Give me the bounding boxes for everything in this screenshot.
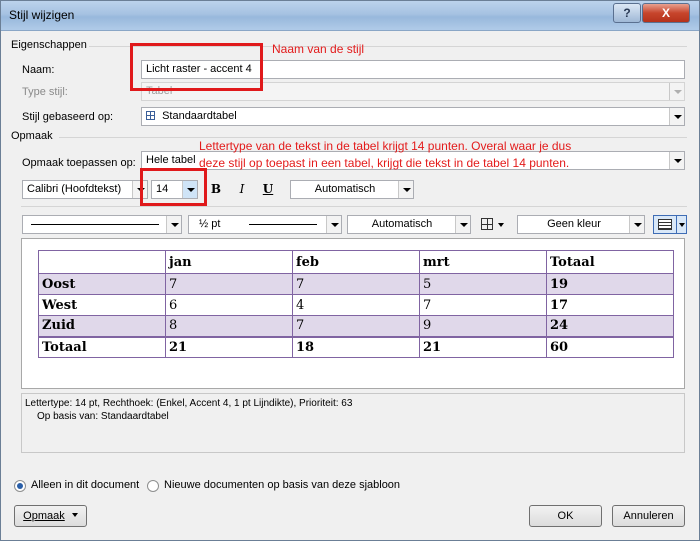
borders-button[interactable] [477, 215, 509, 234]
help-button[interactable]: ? [613, 3, 641, 23]
description-line: Op basis van: Standaardtabel [37, 411, 169, 422]
chevron-down-icon [455, 216, 470, 233]
table-cell: 7 [292, 315, 420, 337]
table-cell: 21 [419, 335, 547, 358]
table-cell: 5 [419, 273, 547, 295]
opmaak-button[interactable]: Opmaak [14, 505, 87, 527]
naam-label: Naam: [22, 64, 55, 76]
table-cell: 19 [546, 273, 674, 295]
shading-select[interactable]: Geen kleur [517, 215, 645, 234]
radio-this-document-label: Alleen in dit document [31, 479, 140, 491]
annotation-naam: Naam van de stijl [272, 42, 365, 56]
table-cell: 18 [292, 335, 420, 358]
toolbar-divider [21, 206, 687, 207]
annotation-box-naam [130, 43, 263, 91]
description-line: Lettertype: 14 pt, Rechthoek: (Enkel, Ac… [25, 398, 353, 409]
table-cell: West [38, 294, 166, 316]
radio-new-documents-label: Nieuwe documenten op basis van deze sjab… [164, 479, 401, 491]
annotation-size-line1: Lettertype van de tekst in de tabel krij… [199, 139, 572, 153]
table-cell: Totaal [546, 250, 674, 274]
underline-button[interactable]: U [257, 180, 279, 199]
font-name-select[interactable]: Calibri (Hoofdtekst) [22, 180, 148, 199]
toepassen-op-label: Opmaak toepassen op: [22, 157, 136, 169]
table-cell: jan [165, 250, 293, 274]
bold-button[interactable]: B [205, 180, 227, 199]
opmaak-button-label: Opmaak [23, 510, 65, 522]
table-cell [38, 250, 166, 274]
gebaseerd-op-value: Standaardtabel [162, 110, 237, 122]
annotation-box-size [140, 168, 207, 206]
table-cell: 7 [165, 273, 293, 295]
chevron-down-icon [629, 216, 644, 233]
table-cell: 7 [419, 294, 547, 316]
cancel-button[interactable]: Annuleren [612, 505, 685, 527]
ok-button[interactable]: OK [529, 505, 602, 527]
table-row: Zuid 8 7 9 24 [38, 315, 674, 337]
line-weight-sample [249, 224, 317, 225]
font-color-select[interactable]: Automatisch [290, 180, 414, 199]
chevron-down-icon [679, 223, 685, 227]
radio-this-document[interactable] [14, 480, 26, 492]
preview-table: jan feb mrt Totaal Oost 7 7 5 19 West 6 … [38, 250, 674, 358]
font-name-value: Calibri (Hoofdtekst) [27, 183, 122, 195]
table-cell: mrt [419, 250, 547, 274]
chevron-down-icon [398, 181, 413, 198]
table-cell: feb [292, 250, 420, 274]
section-eigenschappen: Eigenschappen [11, 39, 87, 51]
line-style-select[interactable] [22, 215, 182, 234]
line-style-sample [31, 224, 159, 225]
chevron-down-icon [166, 216, 181, 233]
split-divider [676, 216, 677, 233]
line-color-value: Automatisch [371, 218, 433, 230]
italic-button[interactable]: I [231, 180, 253, 199]
table-icon [146, 111, 155, 120]
chevron-down-icon [669, 152, 684, 169]
chevron-down-icon [669, 108, 684, 125]
chevron-down-icon [326, 216, 341, 233]
align-icon [658, 219, 672, 230]
annotation-size-line2: deze stijl op toepast in een tabel, krij… [199, 156, 570, 170]
font-color-value: Automatisch [314, 183, 376, 195]
table-cell: 17 [546, 294, 674, 316]
shading-value: Geen kleur [547, 218, 601, 230]
gebaseerd-op-select[interactable]: Standaardtabel [141, 107, 685, 126]
preview-area: jan feb mrt Totaal Oost 7 7 5 19 West 6 … [21, 238, 685, 389]
window-title: Stijl wijzigen [9, 8, 75, 22]
alignment-button[interactable] [653, 215, 687, 234]
table-cell: Totaal [38, 335, 166, 358]
chevron-down-icon [71, 513, 78, 517]
chevron-down-icon [498, 223, 504, 227]
table-row: West 6 4 7 17 [38, 294, 674, 316]
table-cell: 21 [165, 335, 293, 358]
section-divider [59, 137, 687, 138]
table-row: jan feb mrt Totaal [38, 250, 674, 274]
line-color-select[interactable]: Automatisch [347, 215, 471, 234]
table-cell: Zuid [38, 315, 166, 337]
table-cell: Oost [38, 273, 166, 295]
line-weight-value: ½ pt [199, 218, 221, 230]
table-cell: 4 [292, 294, 420, 316]
table-cell: 24 [546, 315, 674, 337]
table-cell: 9 [419, 315, 547, 337]
table-cell: 6 [165, 294, 293, 316]
table-cell: 8 [165, 315, 293, 337]
gebaseerd-op-label: Stijl gebaseerd op: [22, 111, 114, 123]
table-row: Totaal 21 18 21 60 [38, 335, 674, 358]
table-row: Oost 7 7 5 19 [38, 273, 674, 295]
title-bar: Stijl wijzigen ? X [1, 1, 699, 31]
style-description: Lettertype: 14 pt, Rechthoek: (Enkel, Ac… [21, 393, 685, 453]
close-button[interactable]: X [642, 3, 690, 23]
radio-new-documents[interactable] [147, 480, 159, 492]
type-stijl-label: Type stijl: [22, 86, 68, 98]
chevron-down-icon [669, 83, 684, 100]
dialog-window: Stijl wijzigen ? X Eigenschappen Naam: L… [0, 0, 700, 541]
line-weight-select[interactable]: ½ pt [188, 215, 342, 234]
section-opmaak: Opmaak [11, 130, 53, 142]
toepassen-op-value: Hele tabel [146, 154, 196, 166]
table-cell: 7 [292, 273, 420, 295]
table-cell: 60 [546, 335, 674, 358]
borders-icon [481, 218, 493, 230]
